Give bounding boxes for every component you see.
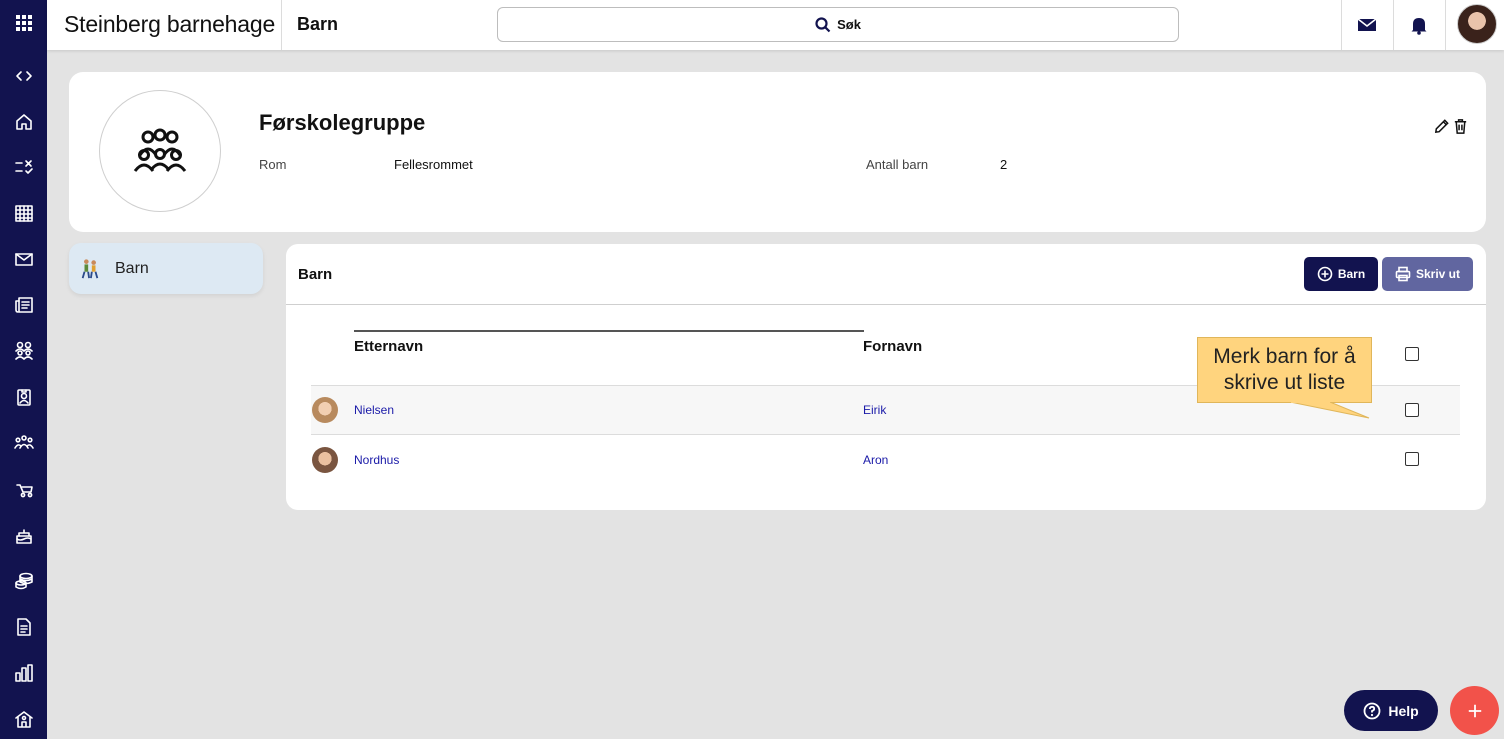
cell-firstname[interactable]: Eirik xyxy=(863,403,886,417)
help-label: Help xyxy=(1388,702,1419,719)
select-all-checkbox[interactable] xyxy=(1405,347,1419,361)
groups-icon[interactable] xyxy=(0,332,47,368)
trash-icon[interactable] xyxy=(1450,116,1470,136)
add-fab-button[interactable] xyxy=(1450,686,1499,735)
kindergarten-icon[interactable] xyxy=(0,701,47,737)
callout-line-1: Merk barn for å xyxy=(1213,345,1356,368)
plus-icon xyxy=(1468,704,1481,717)
hint-callout: Merk barn for å skrive ut liste xyxy=(1197,337,1372,403)
print-button[interactable]: Skriv ut xyxy=(1382,257,1473,291)
row-checkbox[interactable] xyxy=(1405,403,1419,417)
add-child-button[interactable]: Barn xyxy=(1304,257,1378,291)
birthday-icon[interactable] xyxy=(0,518,47,554)
cell-lastname[interactable]: Nordhus xyxy=(354,453,399,467)
coins-icon[interactable] xyxy=(0,563,47,599)
sidebar-item-barn[interactable]: Barn xyxy=(69,243,263,294)
child-count-value: 2 xyxy=(1000,157,1008,172)
child-avatar xyxy=(312,397,338,423)
list-title: Barn xyxy=(298,266,333,283)
page-title: Barn xyxy=(297,14,339,34)
printer-icon xyxy=(1395,266,1411,282)
top-bar: Steinberg barnehage Barn Søk xyxy=(47,0,1504,50)
tasks-icon[interactable] xyxy=(0,149,47,185)
divider xyxy=(286,304,1486,305)
add-child-label: Barn xyxy=(1337,267,1366,281)
group-header-card: Førskolegruppe Rom Fellesrommet Antall b… xyxy=(69,72,1486,232)
user-avatar[interactable] xyxy=(1457,4,1497,44)
room-value: Fellesrommet xyxy=(394,157,473,172)
plus-circle-icon xyxy=(1317,266,1333,282)
cell-lastname[interactable]: Nielsen xyxy=(354,403,394,417)
search-field[interactable]: Søk xyxy=(497,7,1179,42)
home-icon[interactable] xyxy=(0,104,47,140)
group-avatar xyxy=(99,90,221,212)
divider xyxy=(1445,0,1446,50)
help-icon xyxy=(1363,702,1381,719)
sidebar-item-label: Barn xyxy=(115,259,149,277)
stats-icon[interactable] xyxy=(0,655,47,691)
group-title: Førskolegruppe xyxy=(259,110,426,135)
callout-pointer xyxy=(1290,402,1370,419)
edit-icon[interactable] xyxy=(1431,116,1451,136)
apps-grid-icon[interactable] xyxy=(0,5,47,41)
left-nav-rail xyxy=(0,0,47,739)
news-icon[interactable] xyxy=(0,287,47,323)
mail-icon[interactable] xyxy=(0,241,47,277)
column-header-lastname[interactable]: Etternavn xyxy=(354,338,423,355)
children-walking-icon xyxy=(81,258,99,278)
cell-firstname[interactable]: Aron xyxy=(863,453,888,467)
callout-line-2: skrive ut liste xyxy=(1223,371,1346,394)
bell-icon[interactable] xyxy=(1393,0,1445,50)
calendar-icon[interactable] xyxy=(0,195,47,231)
child-count-label: Antall barn xyxy=(866,157,929,172)
divider xyxy=(281,0,282,50)
children-icon[interactable] xyxy=(0,424,47,460)
group-people-icon xyxy=(133,128,187,172)
mail-icon[interactable] xyxy=(1341,0,1393,50)
collapse-toggle-icon[interactable] xyxy=(0,58,47,94)
print-label: Skriv ut xyxy=(1415,267,1460,281)
room-label: Rom xyxy=(259,157,287,172)
child-avatar xyxy=(312,447,338,473)
search-icon xyxy=(815,16,831,32)
search-label: Søk xyxy=(837,17,861,32)
divider xyxy=(311,434,1460,435)
help-button[interactable]: Help xyxy=(1344,690,1438,731)
badge-icon[interactable] xyxy=(0,379,47,415)
stroller-icon[interactable] xyxy=(0,471,47,507)
row-checkbox[interactable] xyxy=(1405,452,1419,466)
org-name[interactable]: Steinberg barnehage xyxy=(64,11,275,38)
column-header-firstname[interactable]: Fornavn xyxy=(863,338,922,355)
sort-indicator xyxy=(354,330,864,332)
document-icon[interactable] xyxy=(0,609,47,645)
